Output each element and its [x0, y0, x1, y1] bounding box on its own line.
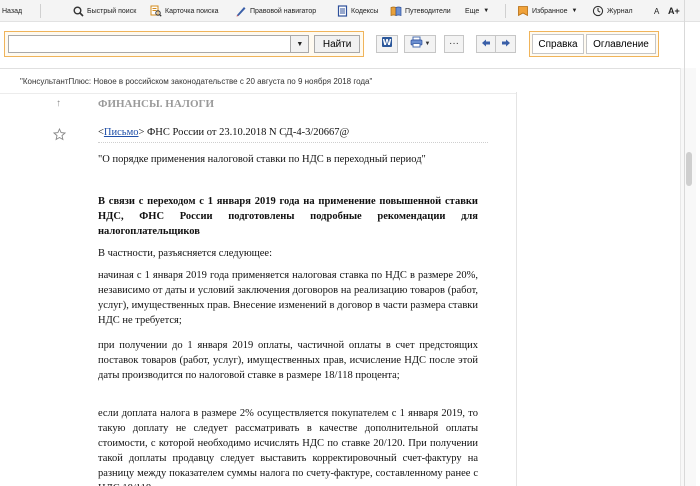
more-menu-button[interactable]: Еще ▼ [465, 3, 489, 19]
print-button[interactable]: ▼ [404, 35, 436, 53]
compass-pen-icon [235, 5, 247, 17]
font-decrease-button[interactable]: A [654, 3, 659, 19]
next-button[interactable] [496, 35, 516, 53]
document-caption: "КонсультантПлюс: Новое в российском зак… [20, 77, 373, 86]
legal-navigator-label: Правовой навигатор [250, 7, 317, 15]
search-toolbar: ▼ Найти W ▼ ··· Справка Оглавление [0, 22, 700, 68]
arrow-right-icon [501, 35, 511, 53]
more-actions-button[interactable]: ··· [444, 35, 464, 53]
search-history-dropdown[interactable]: ▼ [291, 35, 310, 53]
intro-paragraph: В частности, разъясняется следующее: [98, 248, 272, 259]
search-card-label: Карточка поиска [165, 7, 219, 15]
codes-book-icon [336, 5, 348, 17]
toolbar-divider [505, 4, 506, 18]
document-reference: <Письмо> ФНС России от 23.10.2018 N СД-4… [98, 127, 488, 143]
letter-link[interactable]: Письмо [104, 127, 139, 138]
document-right-border [516, 92, 517, 486]
search-card-icon [150, 5, 162, 17]
font-increase-button[interactable]: A+ [668, 3, 680, 19]
legal-navigator-button[interactable]: Правовой навигатор [235, 3, 316, 19]
svg-text:W: W [383, 38, 392, 47]
chevron-down-icon: ▼ [571, 8, 578, 14]
document-body: ↑ ФИНАНСЫ. НАЛОГИ <Письмо> ФНС России от… [0, 93, 516, 486]
top-toolbar: Назад Быстрый поиск Карточка поиска Прав… [0, 0, 700, 22]
contents-button-label: Оглавление [593, 38, 649, 50]
help-button[interactable]: Справка [532, 34, 584, 54]
document-summary: В связи с переходом с 1 января 2019 года… [98, 196, 478, 237]
find-button[interactable]: Найти [314, 35, 360, 53]
scrollbar-thumb[interactable] [686, 152, 692, 186]
back-label: Назад [2, 7, 23, 15]
quick-search-label: Быстрый поиск [87, 7, 137, 15]
search-card-button[interactable]: Карточка поиска [150, 3, 218, 19]
printer-icon [410, 35, 423, 53]
prev-button[interactable] [476, 35, 496, 53]
ellipsis-icon: ··· [449, 38, 459, 49]
reference-text: ФНС России от 23.10.2018 N СД-4-3/20667@ [144, 127, 350, 138]
vertical-scrollbar[interactable] [680, 68, 696, 486]
bookmark-icon [517, 5, 529, 17]
word-export-button[interactable]: W [376, 35, 398, 53]
font-increase-label: A+ [668, 6, 680, 16]
chevron-down-icon: ▼ [483, 8, 490, 14]
search-input[interactable] [8, 35, 292, 53]
chevron-down-icon: ▼ [296, 40, 304, 48]
help-button-label: Справка [538, 38, 578, 50]
find-button-label: Найти [322, 38, 352, 50]
search-icon [72, 5, 84, 17]
journal-label: Журнал [607, 7, 633, 15]
contents-button[interactable]: Оглавление [586, 34, 656, 54]
search-panel: ▼ Найти [4, 31, 364, 57]
paragraph-3: если доплата налога в размере 2% осущест… [98, 408, 478, 486]
section-heading: ФИНАНСЫ. НАЛОГИ [98, 98, 215, 110]
history-clock-icon [592, 5, 604, 17]
document-frame: "КонсультантПлюс: Новое в российском зак… [0, 68, 680, 486]
more-label: Еще [465, 7, 480, 15]
document-title: "О порядке применения налоговой ставки п… [98, 154, 426, 165]
codes-label: Кодексы [351, 7, 379, 15]
favorites-button[interactable]: Избранное ▼ [517, 3, 577, 19]
star-bookmark-icon[interactable] [52, 127, 67, 146]
word-icon: W [381, 35, 393, 53]
arrow-left-icon [481, 35, 491, 53]
back-button[interactable]: Назад [2, 3, 22, 19]
font-decrease-label: A [654, 6, 660, 16]
paragraph-1: начиная с 1 января 2019 года применяется… [98, 270, 478, 326]
guides-label: Путеводители [405, 7, 451, 15]
paragraph-2: при получении до 1 января 2019 оплаты, ч… [98, 340, 478, 381]
arrow-up-icon[interactable]: ↑ [56, 98, 61, 109]
codes-button[interactable]: Кодексы [336, 3, 378, 19]
guides-button[interactable]: Путеводители [390, 3, 451, 19]
journal-button[interactable]: Журнал [592, 3, 633, 19]
chevron-down-icon: ▼ [424, 41, 431, 47]
window-edge-line [684, 0, 685, 486]
favorites-label: Избранное [532, 7, 568, 15]
quick-search-button[interactable]: Быстрый поиск [72, 3, 136, 19]
toolbar-divider [40, 4, 41, 18]
guides-book-icon [390, 5, 402, 17]
